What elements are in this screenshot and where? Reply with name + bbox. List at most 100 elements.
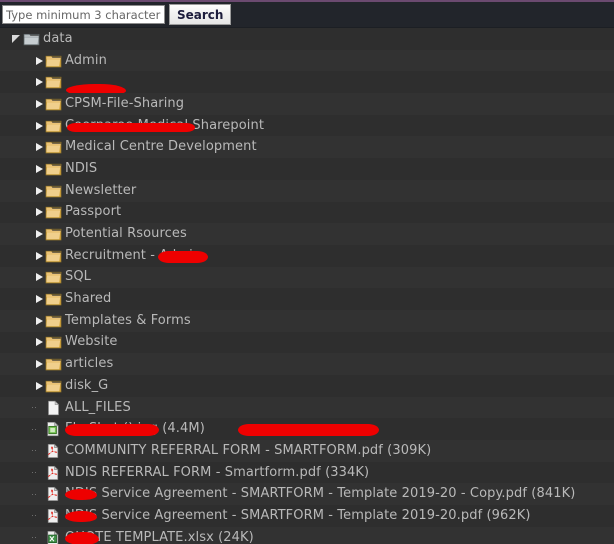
- tree-row-folder[interactable]: Recruitment - Admin: [0, 245, 614, 267]
- folder-icon: [45, 74, 62, 90]
- file-tree[interactable]: data Admin CPSM-File-Sharing Coorparoo Medi…: [0, 28, 614, 544]
- tree-item-label: Newsletter: [65, 183, 136, 199]
- folder-icon: [45, 183, 62, 199]
- row-indent: [0, 353, 32, 375]
- tree-item-label: CPSM-File-Sharing: [65, 96, 184, 112]
- tree-row-folder[interactable]: Medical Centre Development: [0, 136, 614, 158]
- tree-item-label: NDIS Service Agreement - SMARTFORM - Tem…: [65, 486, 575, 502]
- expand-arrow-icon[interactable]: [32, 293, 45, 306]
- expand-arrow-icon[interactable]: [32, 271, 45, 284]
- expand-arrow-icon[interactable]: [32, 358, 45, 371]
- redaction-mark: [65, 489, 97, 500]
- folder-icon: [45, 204, 62, 220]
- tree-row-folder[interactable]: Shared: [0, 288, 614, 310]
- redaction-mark: [65, 532, 99, 544]
- row-indent: [0, 375, 32, 397]
- leaf-connector-icon: [32, 509, 45, 522]
- expand-arrow-icon[interactable]: [32, 206, 45, 219]
- tree-item-label: Coorparoo Medical Sharepoint: [65, 118, 264, 134]
- tree-row-file[interactable]: NDIS REFERRAL FORM - Smartform.pdf (334K…: [0, 462, 614, 484]
- row-indent: [0, 397, 32, 419]
- tree-row-folder[interactable]: Templates & Forms: [0, 310, 614, 332]
- file-image-icon: [45, 421, 62, 437]
- expand-arrow-icon[interactable]: [32, 97, 45, 110]
- file-tree-window: Search data Admin CPSM-File-Sharing Coorpar…: [0, 0, 614, 544]
- leaf-connector-icon: [32, 531, 45, 544]
- tree-root-label: data: [43, 31, 73, 47]
- row-indent: [0, 115, 32, 137]
- leaf-connector-icon: [32, 401, 45, 414]
- tree-item-label: QUOTE TEMPLATE.xlsx (24K): [65, 530, 254, 544]
- tree-item-label: ALL_FILES: [65, 400, 131, 416]
- redaction-mark: [158, 251, 208, 263]
- row-indent: [0, 158, 32, 180]
- tree-row-file[interactable]: ALL_FILES: [0, 397, 614, 419]
- tree-item-label: Passport: [65, 204, 121, 220]
- folder-icon: [45, 378, 62, 394]
- tree-item-label: Medical Centre Development: [65, 139, 257, 155]
- tree-row-folder[interactable]: SQL: [0, 267, 614, 289]
- folder-icon: [45, 226, 62, 242]
- redaction-mark: [67, 123, 195, 132]
- leaf-connector-icon: [32, 423, 45, 436]
- tree-row-folder[interactable]: [0, 71, 614, 93]
- row-indent: [0, 288, 32, 310]
- tree-row-file[interactable]: QUOTE TEMPLATE.xlsx (24K): [0, 527, 614, 544]
- file-pdf-icon: [45, 465, 62, 481]
- tree-row-root[interactable]: data: [0, 28, 614, 50]
- tree-row-folder[interactable]: Coorparoo Medical Sharepoint: [0, 115, 614, 137]
- tree-row-folder[interactable]: articles: [0, 353, 614, 375]
- expand-arrow-icon[interactable]: [32, 54, 45, 67]
- search-button[interactable]: Search: [169, 4, 231, 25]
- search-input[interactable]: [2, 5, 165, 24]
- tree-row-folder[interactable]: CPSM-File-Sharing: [0, 93, 614, 115]
- redaction-mark: [65, 424, 159, 436]
- row-indent: [0, 28, 10, 50]
- expand-arrow-icon[interactable]: [32, 162, 45, 175]
- row-indent: [0, 505, 32, 527]
- row-indent: [0, 418, 32, 440]
- row-indent: [0, 223, 32, 245]
- tree-row-file[interactable]: NDIS Service Agreement - SMARTFORM - Tem…: [0, 483, 614, 505]
- tree-item-label: COMMUNITY REFERRAL FORM - SMARTFORM.pdf …: [65, 443, 431, 459]
- file-pdf-icon: [45, 486, 62, 502]
- tree-row-folder[interactable]: Passport: [0, 202, 614, 224]
- tree-row-file[interactable]: COMMUNITY REFERRAL FORM - SMARTFORM.pdf …: [0, 440, 614, 462]
- folder-icon: [45, 334, 62, 350]
- expand-arrow-icon[interactable]: [32, 76, 45, 89]
- expand-arrow-icon[interactable]: [32, 314, 45, 327]
- row-indent: [0, 440, 32, 462]
- search-toolbar: Search: [0, 2, 614, 28]
- tree-row-folder[interactable]: Admin: [0, 50, 614, 72]
- tree-item-label: Shared: [65, 291, 111, 307]
- expand-arrow-icon[interactable]: [32, 249, 45, 262]
- row-indent: [0, 527, 32, 544]
- tree-row-file[interactable]: NDIS Service Agreement - SMARTFORM - Tem…: [0, 505, 614, 527]
- expand-arrow-icon[interactable]: [32, 141, 45, 154]
- tree-row-folder[interactable]: disk_G: [0, 375, 614, 397]
- folder-icon: [45, 139, 62, 155]
- tree-row-folder[interactable]: NDIS: [0, 158, 614, 180]
- folder-icon: [45, 248, 62, 264]
- tree-item-label: articles: [65, 356, 113, 372]
- file-pdf-icon: [45, 508, 62, 524]
- row-indent: [0, 245, 32, 267]
- tree-row-folder[interactable]: Newsletter: [0, 180, 614, 202]
- folder-icon: [45, 118, 62, 134]
- expand-arrow-icon[interactable]: [32, 119, 45, 132]
- tree-row-file[interactable]: Flu Shot ().jpg (4.4M): [0, 418, 614, 440]
- collapse-arrow-icon[interactable]: [10, 32, 23, 45]
- row-indent: [0, 71, 32, 93]
- tree-item-label: disk_G: [65, 378, 108, 394]
- expand-arrow-icon[interactable]: [32, 379, 45, 392]
- tree-item-label: Website: [65, 334, 118, 350]
- row-indent: [0, 93, 32, 115]
- row-indent: [0, 462, 32, 484]
- expand-arrow-icon[interactable]: [32, 336, 45, 349]
- file-blank-icon: [45, 400, 62, 416]
- expand-arrow-icon[interactable]: [32, 228, 45, 241]
- expand-arrow-icon[interactable]: [32, 184, 45, 197]
- folder-icon: [45, 161, 62, 177]
- tree-row-folder[interactable]: Website: [0, 332, 614, 354]
- tree-row-folder[interactable]: Potential Rsources: [0, 223, 614, 245]
